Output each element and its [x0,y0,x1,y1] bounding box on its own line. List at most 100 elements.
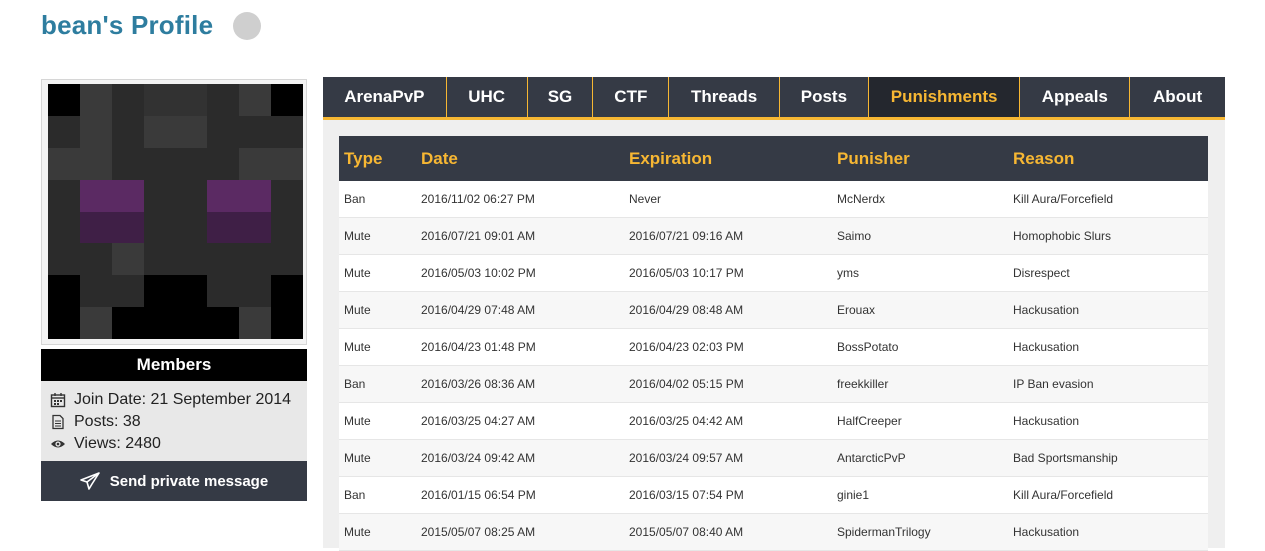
table-row: Mute 2016/07/21 09:01 AM 2016/07/21 09:16 … [339,218,1208,255]
cell-expiration: 2016/04/23 02:03 PM [629,340,744,354]
cell-reason: Bad Sportsmanship [1013,451,1118,465]
profile-stats: Join Date: 21 September 2014 Posts: 38 V… [41,381,307,461]
cell-type: Mute [344,414,371,428]
cell-date: 2016/03/24 09:42 AM [421,451,536,465]
avatar-pixel [111,115,144,148]
profile-sidebar: Members Join Date: 21 September 2014 Pos… [41,79,307,501]
posts-text: Posts: 38 [74,413,141,430]
header-expiration: Expiration [629,148,713,168]
avatar-pixel [111,211,144,244]
avatar-pixel [79,179,112,212]
cell-punisher: ginie1 [837,488,870,502]
cell-date: 2016/07/21 09:01 AM [421,229,536,243]
avatar-pixel [207,84,240,116]
avatar-pixel [271,243,303,276]
cell-date: 2016/05/03 10:02 PM [421,266,536,280]
cell-reason: IP Ban evasion [1013,377,1094,391]
header-type: Type [344,148,383,168]
tab-appeals[interactable]: Appeals [1020,77,1131,117]
cell-punisher: BossPotato [837,340,899,354]
cell-expiration: 2016/07/21 09:16 AM [629,229,744,243]
cell-punisher: McNerdx [837,192,886,206]
avatar-pixel [48,179,80,212]
avatar-pixel [207,307,240,339]
tab-about[interactable]: About [1130,77,1225,117]
table-row: Ban 2016/11/02 06:27 PM Never McNerdx Kill A… [339,181,1208,218]
tab-ctf[interactable]: CTF [593,77,670,117]
cell-reason: Homophobic Slurs [1013,229,1112,243]
cell-reason: Hackusation [1013,414,1080,428]
punishments-table: Type Date Expiration Punisher Reason Ban… [339,136,1208,551]
header-date: Date [421,148,458,168]
avatar-pixel [143,115,176,148]
eye-icon [50,436,66,452]
cell-expiration: 2016/04/02 05:15 PM [629,377,744,391]
avatar-pixel [271,115,303,148]
avatar-pixel [175,84,208,116]
table-row: Ban 2016/03/26 08:36 AM 2016/04/02 05:15 P… [339,366,1208,403]
avatar-pixel [239,307,272,339]
header-reason: Reason [1013,148,1075,168]
avatar-pixel [79,211,112,244]
avatar-pixel [111,179,144,212]
avatar-pixel [79,115,112,148]
avatar-pixel [111,243,144,276]
tab-uhc[interactable]: UHC [447,77,528,117]
cell-type: Mute [344,525,371,539]
avatar-pixel [143,147,176,180]
avatar-pixel [271,275,303,308]
avatar-pixel [143,275,176,308]
table-row: Mute 2015/05/07 08:25 AM 2015/05/07 08:40 … [339,514,1208,551]
avatar-pixel [79,307,112,339]
cell-punisher: Erouax [837,303,876,317]
rank-label: Members [41,349,307,381]
avatar-pixel [175,179,208,212]
avatar-pixel [207,147,240,180]
online-status-indicator [233,11,262,40]
tab-punishments[interactable]: Punishments [868,77,1021,117]
avatar-pixel [79,275,112,308]
avatar-pixel [79,84,112,116]
cell-reason: Hackusation [1013,525,1080,539]
cell-expiration: 2016/05/03 10:17 PM [629,266,744,280]
table-row: Mute 2016/04/23 01:48 PM 2016/04/23 02:03 … [339,329,1208,366]
send-private-message-label: Send private message [109,472,269,490]
avatar-pixel [271,147,303,180]
views-stat: Views: 2480 [50,433,298,455]
avatar-pixel [48,243,80,276]
cell-expiration: Never [629,192,662,206]
posts-stat: Posts: 38 [50,411,298,433]
send-private-message-button[interactable]: Send private message [41,461,307,501]
table-row: Ban 2016/01/15 06:54 PM 2016/03/15 07:54 P… [339,477,1208,514]
cell-reason: Kill Aura/Forcefield [1013,192,1114,206]
tab-posts[interactable]: Posts [780,77,869,117]
avatar-pixel [143,211,176,244]
cell-expiration: 2016/03/25 04:42 AM [629,414,744,428]
avatar-pixel [207,243,240,276]
header-punisher: Punisher [837,148,910,168]
cell-type: Mute [344,266,371,280]
avatar-pixel [175,211,208,244]
avatar-pixel [111,84,144,116]
calendar-icon [50,392,66,408]
cell-expiration: 2015/05/07 08:40 AM [629,525,744,539]
cell-punisher: freekkiller [837,377,889,391]
cell-date: 2015/05/07 08:25 AM [421,525,536,539]
avatar-pixel [143,307,176,339]
avatar-pixel [143,84,176,116]
avatar-pixel [271,179,303,212]
table-row: Mute 2016/05/03 10:02 PM 2016/05/03 10:17 … [339,255,1208,292]
tab-sg[interactable]: SG [528,77,594,117]
avatar-pixel [175,307,208,339]
cell-expiration: 2016/03/15 07:54 PM [629,488,744,502]
tab-threads[interactable]: Threads [669,77,780,117]
profile-header: bean's Profile [41,10,262,41]
tab-arenapvp[interactable]: ArenaPvP [323,77,447,117]
paper-plane-icon [79,472,100,490]
cell-date: 2016/04/23 01:48 PM [421,340,536,354]
punishments-panel: Type Date Expiration Punisher Reason Ban… [323,120,1225,551]
avatar-pixel [175,147,208,180]
avatar-pixel [48,84,80,116]
page-title: bean's Profile [41,10,214,40]
avatar-pixel [239,179,272,212]
